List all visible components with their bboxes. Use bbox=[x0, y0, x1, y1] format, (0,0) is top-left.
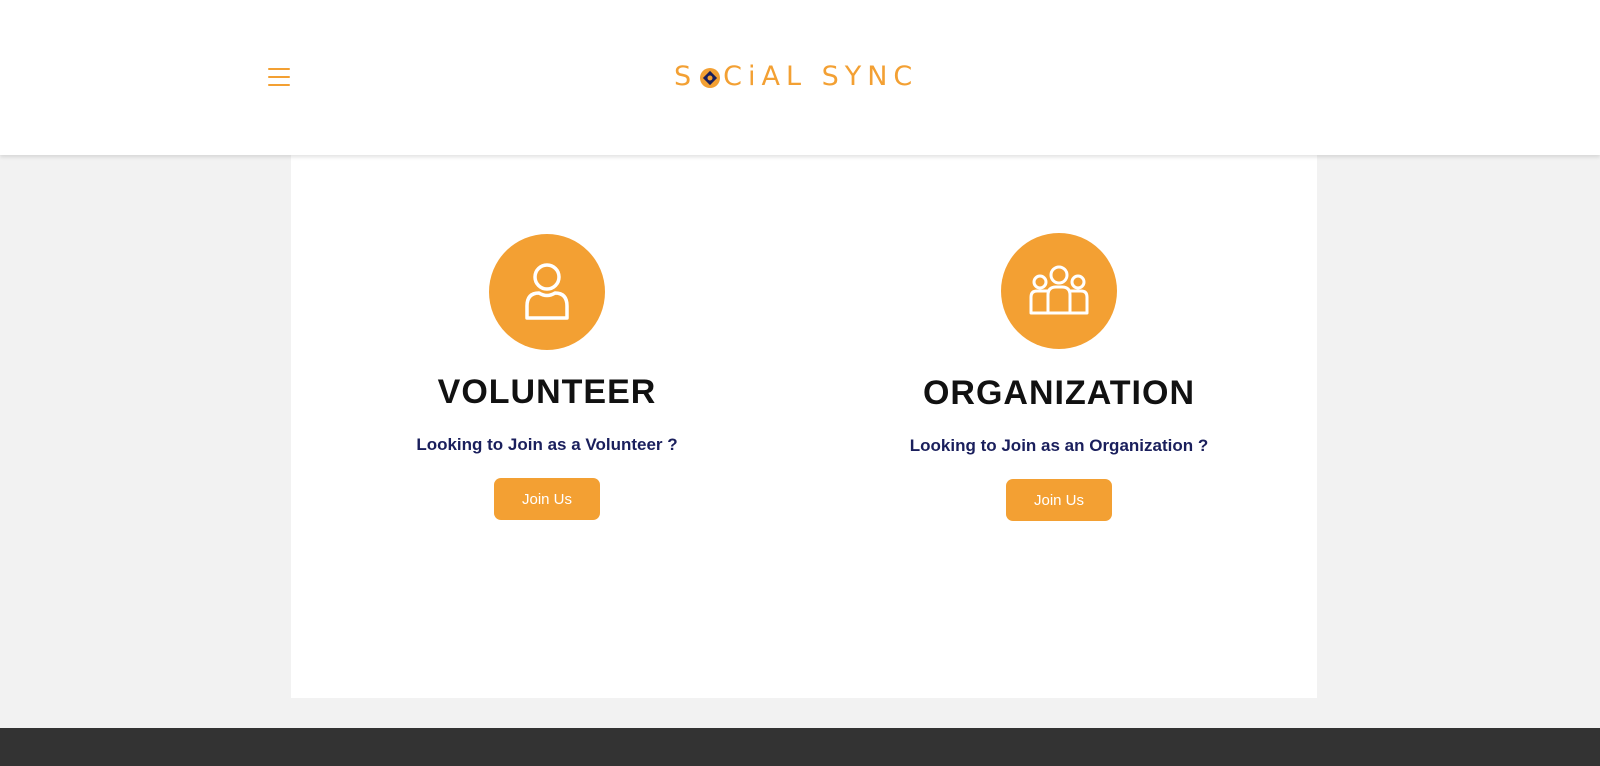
site-footer bbox=[0, 728, 1600, 766]
hamburger-menu-icon[interactable] bbox=[266, 66, 292, 88]
logo-text-start: S bbox=[674, 60, 698, 92]
logo-text-end: CiAL SYNC bbox=[723, 60, 919, 92]
group-icon bbox=[1001, 233, 1117, 349]
volunteer-join-button[interactable]: Join Us bbox=[494, 478, 600, 520]
logo-mark-icon bbox=[699, 65, 721, 88]
organization-join-button[interactable]: Join Us bbox=[1006, 479, 1112, 521]
person-icon bbox=[489, 234, 605, 350]
organization-subtitle: Looking to Join as an Organization ? bbox=[909, 436, 1209, 455]
volunteer-subtitle: Looking to Join as a Volunteer ? bbox=[416, 435, 678, 454]
volunteer-option: VOLUNTEER Looking to Join as a Volunteer… bbox=[367, 234, 727, 520]
organization-option: ORGANIZATION Looking to Join as an Organ… bbox=[879, 233, 1239, 521]
organization-title: ORGANIZATION bbox=[922, 374, 1195, 412]
site-header: S CiAL SYNC bbox=[0, 0, 1600, 155]
volunteer-title: VOLUNTEER bbox=[437, 373, 657, 411]
site-logo[interactable]: S CiAL SYNC bbox=[674, 60, 918, 92]
